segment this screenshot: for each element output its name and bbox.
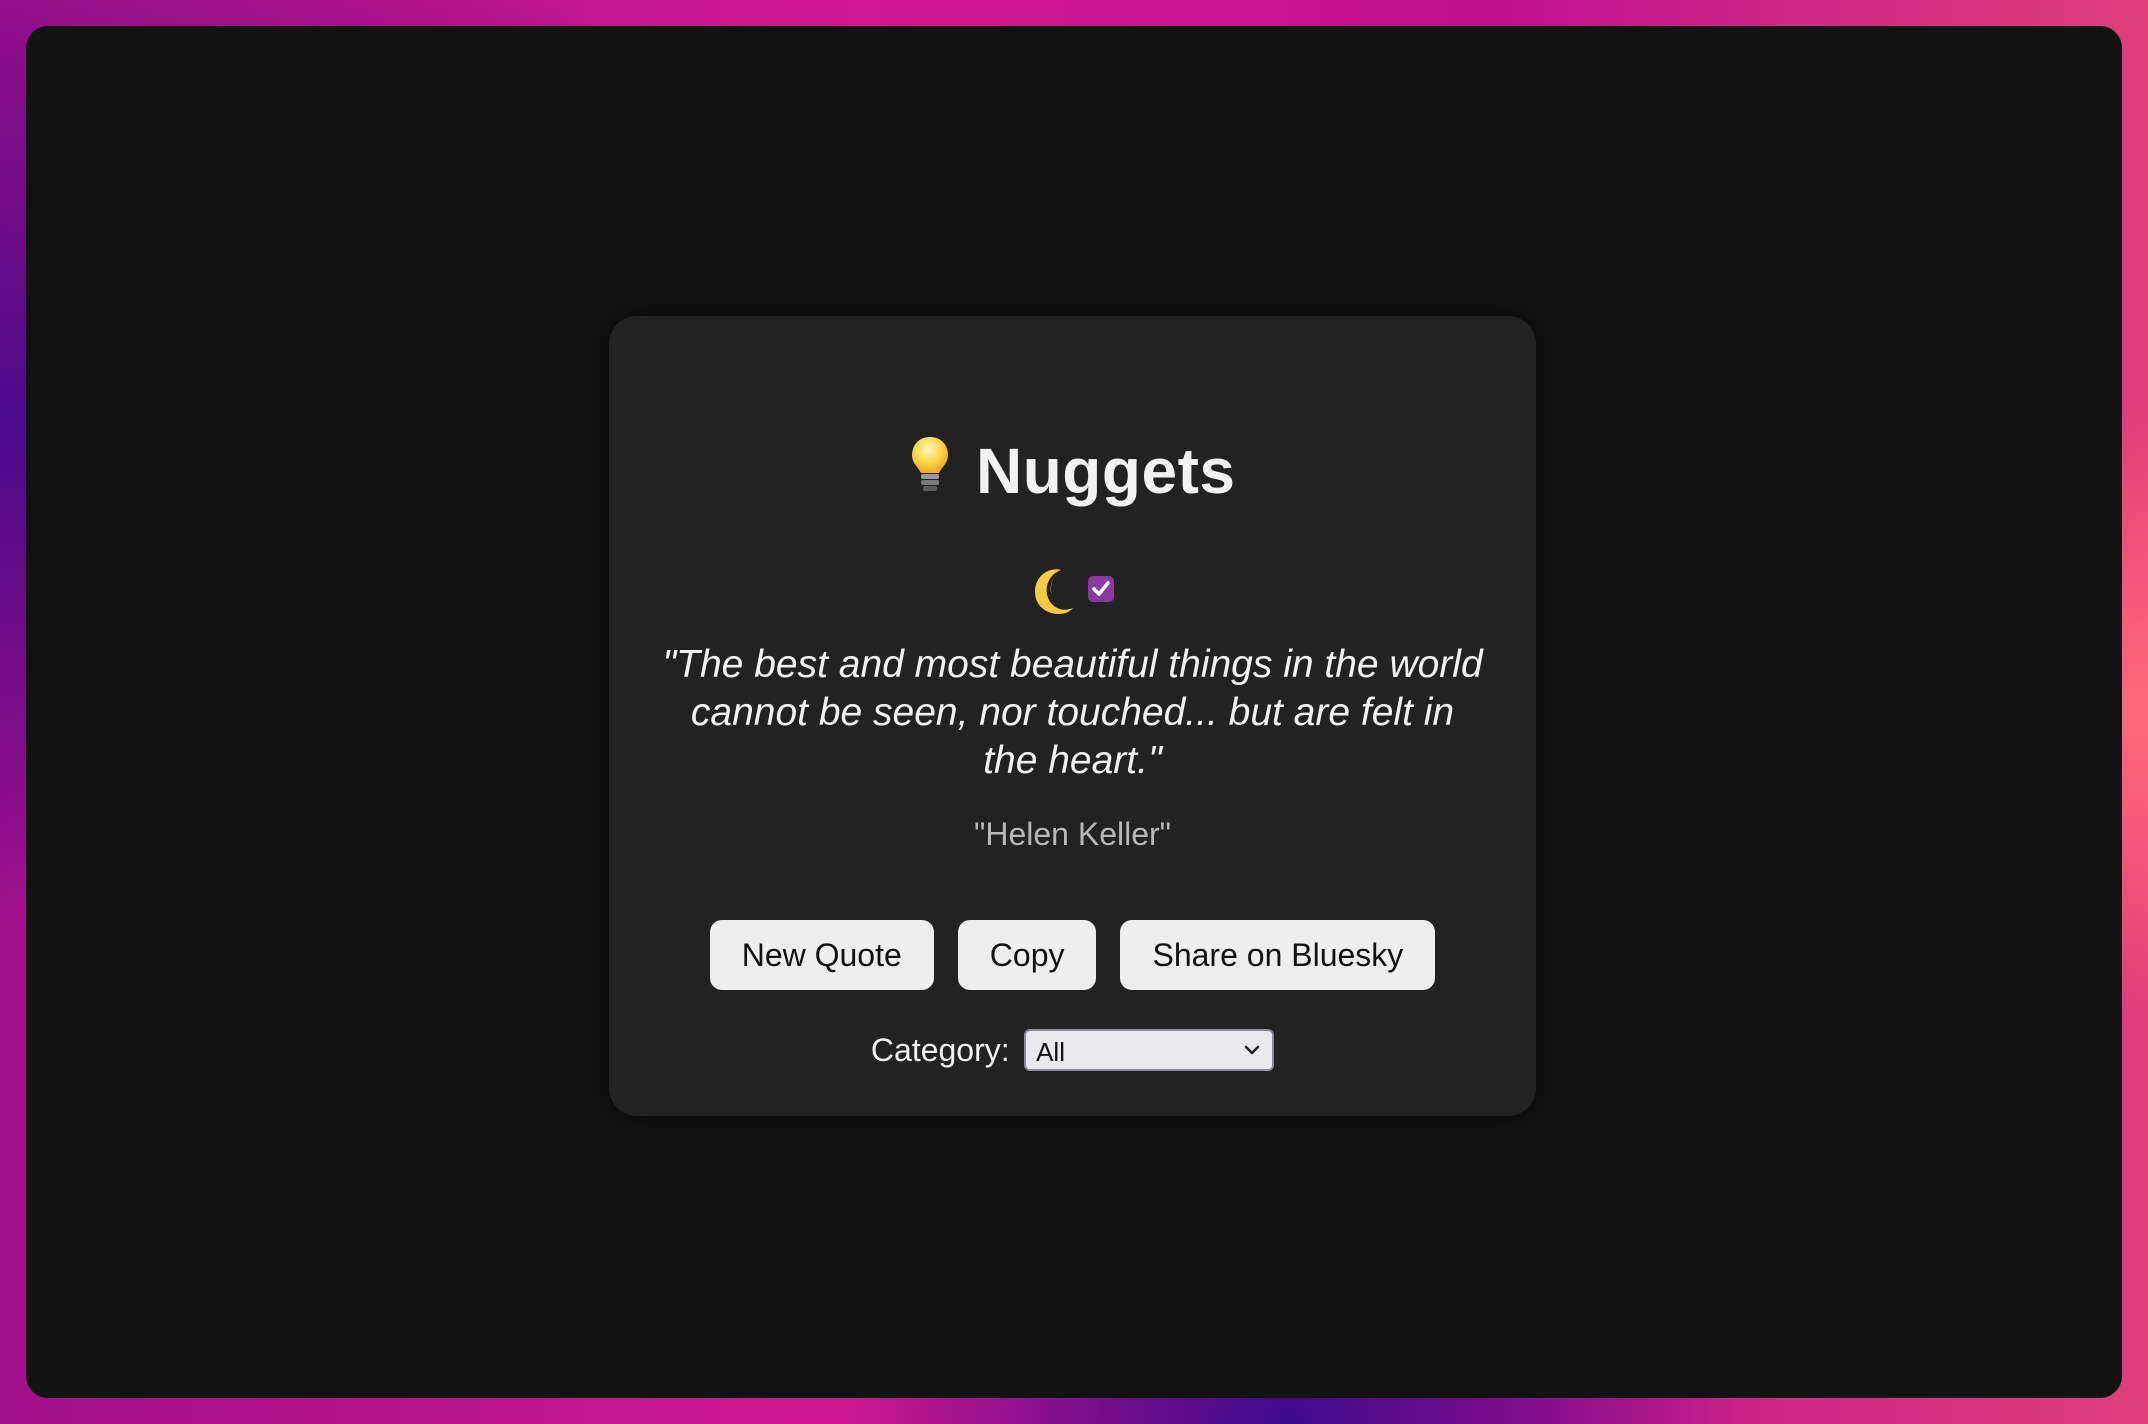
copy-button[interactable]: Copy	[957, 920, 1097, 990]
category-select[interactable]: All	[1024, 1029, 1275, 1071]
category-filter: Category: All	[609, 1029, 1536, 1079]
quote-text: "The best and most beautiful things in t…	[662, 643, 1483, 782]
lightbulb-icon	[910, 435, 950, 495]
new-quote-button[interactable]: New Quote	[709, 920, 934, 990]
category-selected-value: All	[1036, 1037, 1065, 1067]
header: Nuggets	[609, 434, 1536, 514]
quote-author: "Helen Keller"	[973, 816, 1172, 852]
category-label: Category:	[870, 1031, 1010, 1068]
moon-icon	[1031, 566, 1079, 616]
share-bluesky-button[interactable]: Share on Bluesky	[1120, 920, 1436, 990]
quote-card: Nuggets "The best and most beautiful thi…	[609, 316, 1536, 1116]
dark-mode-checkbox[interactable]	[1087, 576, 1114, 602]
chevron-down-icon	[1242, 1041, 1262, 1059]
theme-toggle	[609, 566, 1536, 620]
action-buttons: New Quote Copy Share on Bluesky	[609, 920, 1536, 990]
page-title: Nuggets	[975, 435, 1236, 507]
desktop-background: Nuggets "The best and most beautiful thi…	[0, 0, 2148, 1424]
app-window: Nuggets "The best and most beautiful thi…	[26, 26, 2122, 1398]
